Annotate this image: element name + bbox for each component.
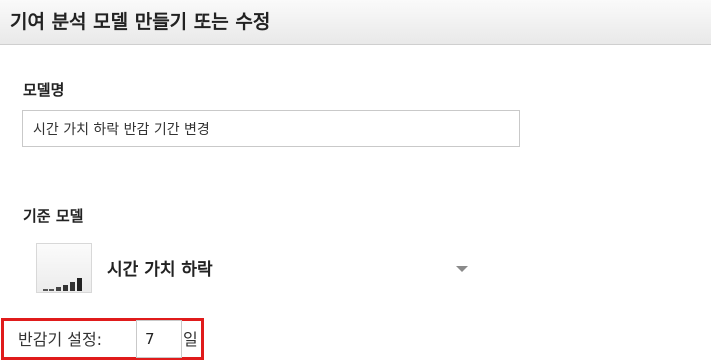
halflife-label: 반감기 설정: bbox=[18, 330, 103, 349]
ascending-bars-icon bbox=[36, 243, 92, 293]
page-title: 기여 분석 모델 만들기 또는 수정 bbox=[10, 11, 271, 33]
model-name-label: 모델명 bbox=[23, 81, 65, 99]
halflife-unit: 일 bbox=[183, 330, 198, 349]
base-model-label: 기준 모델 bbox=[23, 207, 84, 225]
halflife-input[interactable] bbox=[136, 320, 182, 358]
model-name-input[interactable] bbox=[22, 110, 520, 147]
base-model-selected: 시간 가치 하락 bbox=[107, 260, 213, 280]
base-model-dropdown[interactable]: 시간 가치 하락 bbox=[36, 243, 476, 295]
page-header: 기여 분석 모델 만들기 또는 수정 bbox=[0, 0, 711, 45]
chevron-down-icon bbox=[456, 266, 468, 272]
